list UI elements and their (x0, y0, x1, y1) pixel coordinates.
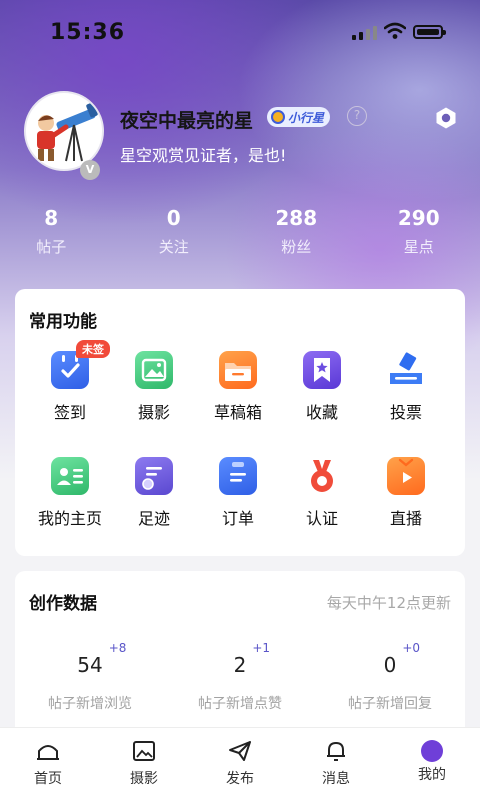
metric-new-replies[interactable]: 0+0 帖子新增回复 (315, 653, 465, 713)
metric-new-views[interactable]: 54+8 帖子新增浏览 (15, 653, 165, 713)
tab-messages[interactable]: 消息 (288, 728, 384, 801)
metric-delta: +1 (252, 641, 270, 655)
status-time: 15:36 (50, 20, 125, 45)
checkin-status-tag: 未签 (76, 340, 110, 358)
metric-label: 帖子新增浏览 (15, 693, 165, 713)
function-photography[interactable]: 摄影 (112, 351, 196, 435)
tab-label: 我的 (384, 764, 480, 784)
creation-data-title: 创作数据 (29, 589, 97, 614)
help-icon[interactable]: ? (347, 106, 367, 126)
function-label: 认证 (280, 505, 364, 529)
tab-label: 消息 (288, 768, 384, 788)
function-label: 直播 (364, 505, 448, 529)
stat-label: 关注 (113, 236, 236, 257)
function-favorites[interactable]: 收藏 (280, 351, 364, 435)
function-label: 收藏 (280, 399, 364, 423)
function-label: 投票 (364, 399, 448, 423)
folder-icon (219, 351, 257, 389)
function-checkin[interactable]: 未签 签到 (28, 351, 112, 435)
user-bio: 星空观赏见证者，是也! (120, 142, 286, 166)
tab-home[interactable]: 首页 (0, 728, 96, 801)
metric-label: 帖子新增回复 (315, 693, 465, 713)
function-label: 摄影 (112, 399, 196, 423)
metric-delta: +8 (109, 641, 127, 655)
tab-mine[interactable]: 我的 (384, 728, 480, 801)
cellular-signal-icon (352, 26, 377, 40)
function-vote[interactable]: 投票 (364, 351, 448, 435)
metric-delta: +0 (402, 641, 420, 655)
function-footprint[interactable]: 足迹 (112, 457, 196, 541)
tv-play-icon (387, 457, 425, 495)
metric-value: 2 (234, 653, 247, 677)
common-functions-card: 常用功能 未签 签到 摄影 草稿箱 收藏 (15, 289, 465, 556)
stat-label: 粉丝 (235, 236, 358, 257)
tab-label: 摄影 (96, 768, 192, 788)
function-my-homepage[interactable]: 我的主页 (28, 457, 112, 541)
metric-label: 帖子新增点赞 (165, 693, 315, 713)
function-orders[interactable]: 订单 (196, 457, 280, 541)
bottom-tab-bar: 首页 摄影 发布 消息 我的 (0, 727, 480, 801)
status-bar: 15:36 (0, 0, 480, 62)
function-live[interactable]: 直播 (364, 457, 448, 541)
stat-label: 星点 (358, 236, 480, 257)
stat-posts[interactable]: 8 帖子 (0, 206, 113, 257)
clipboard-icon (219, 457, 257, 495)
creation-metrics: 54+8 帖子新增浏览 2+1 帖子新增点赞 0+0 帖子新增回复 (15, 653, 465, 713)
stat-value: 8 (0, 206, 113, 230)
stat-following[interactable]: 0 关注 (113, 206, 236, 257)
ballot-icon (387, 351, 425, 389)
profile-stats: 8 帖子 0 关注 288 粉丝 290 星点 (0, 206, 480, 257)
footprint-icon (135, 457, 173, 495)
tab-publish[interactable]: 发布 (192, 728, 288, 801)
wifi-icon (384, 22, 406, 40)
function-label: 足迹 (112, 505, 196, 529)
function-label: 我的主页 (28, 505, 112, 529)
function-label: 签到 (28, 399, 112, 423)
metric-new-likes[interactable]: 2+1 帖子新增点赞 (165, 653, 315, 713)
stat-label: 帖子 (0, 236, 113, 257)
level-badge-label: 小行星 (288, 109, 324, 126)
stat-value: 290 (358, 206, 480, 230)
bookmark-star-icon (303, 351, 341, 389)
tab-photography[interactable]: 摄影 (96, 728, 192, 801)
creation-data-card: 创作数据 每天中午12点更新 54+8 帖子新增浏览 2+1 帖子新增点赞 0+… (15, 571, 465, 751)
common-functions-title: 常用功能 (29, 307, 97, 332)
function-grid: 未签 签到 摄影 草稿箱 收藏 投票 (15, 351, 478, 541)
level-badge[interactable]: 小行星 (267, 107, 330, 127)
avatar[interactable] (24, 91, 104, 171)
image-icon (132, 740, 156, 762)
mine-icon (421, 740, 443, 762)
profile-card-icon (51, 457, 89, 495)
metric-value: 54 (77, 653, 102, 677)
astronomer-avatar-illustration (26, 93, 102, 169)
update-note: 每天中午12点更新 (327, 592, 451, 613)
function-label: 订单 (196, 505, 280, 529)
settings-hexagon-icon[interactable] (434, 106, 458, 130)
stat-fans[interactable]: 288 粉丝 (235, 206, 358, 257)
username: 夜空中最亮的星 (120, 106, 253, 133)
bell-icon (324, 740, 348, 762)
stat-star-points[interactable]: 290 星点 (358, 206, 480, 257)
tab-label: 发布 (192, 768, 288, 788)
stat-value: 0 (113, 206, 236, 230)
send-icon (228, 740, 252, 762)
function-label: 草稿箱 (196, 399, 280, 423)
home-icon (36, 740, 60, 762)
function-certification[interactable]: 认证 (280, 457, 364, 541)
battery-icon (413, 25, 443, 39)
level-badge-icon (271, 110, 285, 124)
tab-label: 首页 (0, 768, 96, 788)
function-drafts[interactable]: 草稿箱 (196, 351, 280, 435)
stat-value: 288 (235, 206, 358, 230)
metric-value: 0 (384, 653, 397, 677)
medal-icon (303, 457, 341, 495)
verified-badge: V (80, 160, 100, 180)
photo-icon (135, 351, 173, 389)
